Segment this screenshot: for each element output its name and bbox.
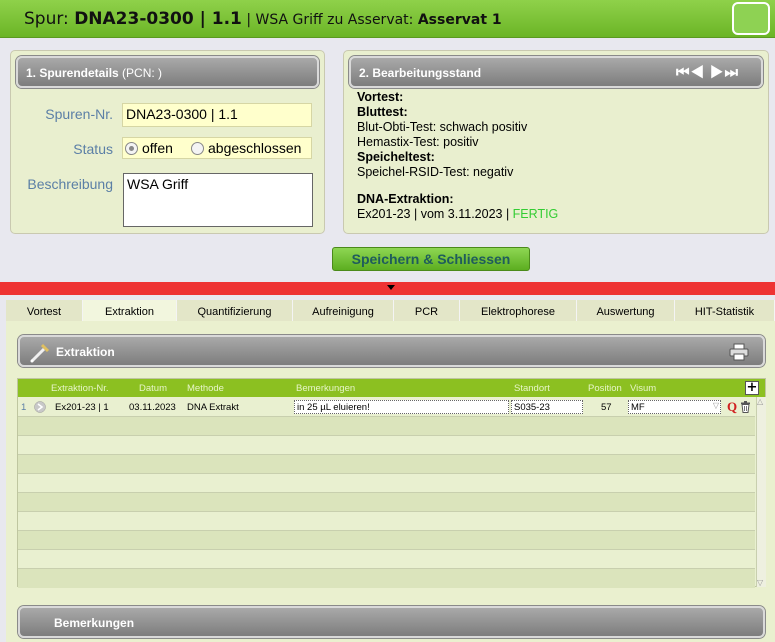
extraktion-header: Extraktion xyxy=(18,335,765,367)
table-row-empty xyxy=(18,569,755,588)
radio-checked-icon xyxy=(125,141,138,155)
cell-datum: 03.11.2023 xyxy=(129,402,176,413)
table-row-empty xyxy=(18,474,755,493)
col-datum[interactable]: Datum xyxy=(139,383,167,394)
table-row-empty xyxy=(18,493,755,512)
col-visum[interactable]: Visum xyxy=(630,383,656,394)
cell-position: 57 xyxy=(601,402,612,413)
scroll-up-icon[interactable]: △ xyxy=(757,397,763,406)
tab-bar: Vortest Extraktion Quantifizierung Aufre… xyxy=(6,300,775,321)
tab-auswertung[interactable]: Auswertung xyxy=(577,300,675,321)
col-extraktion-nr[interactable]: Extraktion-Nr. xyxy=(51,383,109,394)
title-bar: Spur: DNA23-0300 | 1.1 | WSA Griff zu As… xyxy=(0,0,775,38)
spuren-nr-field[interactable]: DNA23-0300 | 1.1 xyxy=(122,103,312,127)
table-row-empty xyxy=(18,531,755,550)
window-action-button[interactable] xyxy=(732,2,770,35)
beschreibung-textarea[interactable]: WSA Griff xyxy=(123,173,313,227)
table-row-empty xyxy=(18,550,755,569)
extraktion-status: FERTIG xyxy=(512,207,559,221)
spur-id: DNA23-0300 | 1.1 xyxy=(74,9,242,29)
tab-elektrophorese[interactable]: Elektrophorese xyxy=(460,300,577,321)
bemerkungen-header: Bemerkungen xyxy=(18,606,765,638)
tab-aufreinigung[interactable]: Aufreinigung xyxy=(293,300,394,321)
cell-bemerkungen-input[interactable]: in 25 µL eluieren! xyxy=(294,400,509,414)
beschreibung-label: Beschreibung xyxy=(27,176,113,192)
table-row-empty xyxy=(18,455,755,474)
query-icon[interactable]: Q xyxy=(727,399,737,415)
cell-extraktion-nr: Ex201-23 | 1 xyxy=(55,402,109,413)
cell-methode: DNA Extrakt xyxy=(187,402,239,413)
go-to-record-icon[interactable] xyxy=(34,401,46,413)
table-row-empty xyxy=(18,436,755,455)
status-radio-abgeschlossen[interactable]: abgeschlossen xyxy=(191,140,301,156)
add-row-button[interactable]: + xyxy=(745,381,759,395)
print-icon[interactable] xyxy=(729,343,749,361)
bearbeitungsstand-header: 2. Bearbeitungsstand ⏮◀ ▶⏭ xyxy=(349,56,763,88)
table-scrollbar[interactable]: △ ▽ xyxy=(756,397,766,587)
table-header: Extraktion-Nr. Datum Methode Bemerkungen… xyxy=(18,379,765,397)
record-navigation: ⏮◀ ▶⏭ xyxy=(676,64,739,81)
table-row-empty xyxy=(18,417,755,436)
status-radio-offen[interactable]: offen xyxy=(125,140,173,156)
radio-unchecked-icon xyxy=(191,141,204,155)
row-index: 1 xyxy=(21,402,27,413)
col-standort[interactable]: Standort xyxy=(514,383,550,394)
spurendetails-header: 1. Spurendetails (PCN: ) xyxy=(16,56,319,88)
first-record-icon[interactable]: ⏮ xyxy=(676,64,691,81)
collapse-arrow-icon[interactable] xyxy=(387,285,395,290)
col-position[interactable]: Position xyxy=(588,383,622,394)
save-and-close-button[interactable]: Speichern & Schliessen xyxy=(332,247,530,271)
table-row[interactable]: 1 Ex201-23 | 1 03.11.2023 DNA Extrakt in… xyxy=(18,398,755,417)
extraktion-table: Extraktion-Nr. Datum Methode Bemerkungen… xyxy=(17,378,766,588)
cell-standort-input[interactable]: S035-23 xyxy=(511,400,583,414)
scroll-down-icon[interactable]: ▽ xyxy=(757,578,763,587)
tab-pcr[interactable]: PCR xyxy=(394,300,460,321)
last-record-icon[interactable]: ⏭ xyxy=(724,64,739,81)
prev-record-icon[interactable]: ◀ xyxy=(691,64,705,81)
tab-extraktion[interactable]: Extraktion xyxy=(83,300,177,321)
next-record-icon[interactable]: ▶ xyxy=(710,64,724,81)
tab-hit-statistik[interactable]: HIT-Statistik xyxy=(675,300,775,321)
pipette-icon xyxy=(30,343,50,363)
tab-quantifizierung[interactable]: Quantifizierung xyxy=(177,300,293,321)
trash-icon[interactable] xyxy=(740,401,751,413)
collapse-divider[interactable] xyxy=(0,282,775,295)
tab-vortest[interactable]: Vortest xyxy=(6,300,83,321)
spuren-nr-label: Spuren-Nr. xyxy=(45,106,113,122)
page-title: Spur: DNA23-0300 | 1.1 | WSA Griff zu As… xyxy=(24,9,502,29)
table-row-empty xyxy=(18,512,755,531)
status-label: Status xyxy=(73,141,113,157)
bearbeitungsstand-text: Vortest: Bluttest: Blut-Obti-Test: schwa… xyxy=(357,90,559,221)
cell-visum-select[interactable]: MF ▽ xyxy=(628,400,721,414)
chevron-down-icon[interactable]: ▽ xyxy=(713,401,719,410)
col-bemerkungen[interactable]: Bemerkungen xyxy=(296,383,355,394)
asservat-name: Asservat 1 xyxy=(417,12,502,28)
col-methode[interactable]: Methode xyxy=(187,383,224,394)
